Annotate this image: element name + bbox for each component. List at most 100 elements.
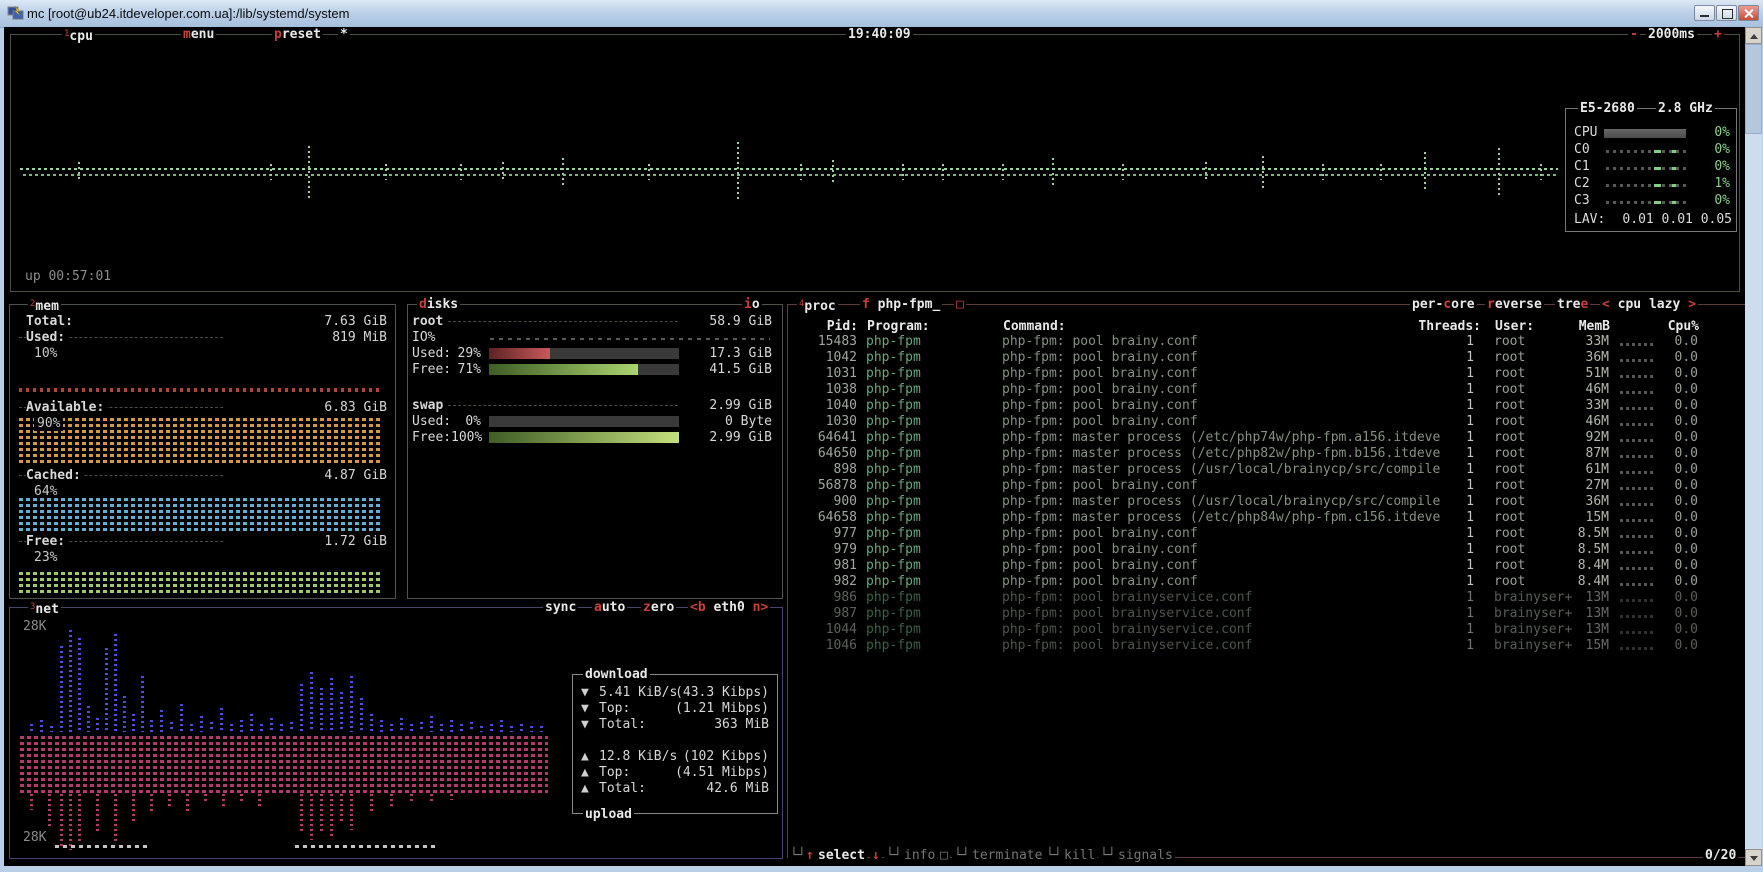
scrollbar[interactable] [1745,27,1762,866]
process-user: root [1494,526,1525,541]
process-pid: 1030 [796,414,857,429]
process-program: php-fpm [866,542,921,557]
process-cpu: 0.0 [1648,622,1698,637]
process-row[interactable]: 981php-fpmphp-fpm: pool brainy.conf1root… [0,558,1763,574]
process-cpu: 0.0 [1648,446,1698,461]
process-row[interactable]: 900php-fpmphp-fpm: master process (/usr/… [0,494,1763,510]
process-command: php-fpm: master process (/etc/php82w/php… [1002,446,1440,461]
process-command: php-fpm: pool brainy.conf [1002,526,1198,541]
process-command: php-fpm: pool brainy.conf [1002,382,1198,397]
process-user: root [1494,430,1525,445]
process-threads: 1 [1420,590,1474,605]
process-row[interactable]: 64641php-fpmphp-fpm: master process (/et… [0,430,1763,446]
process-program: php-fpm [866,334,921,349]
scrollbar-down-icon[interactable] [1745,849,1762,866]
process-threads: 1 [1420,574,1474,589]
process-program: php-fpm [866,430,921,445]
process-command: php-fpm: pool brainyservice.conf [1002,622,1252,637]
mem-available-percent: 90% [34,416,63,431]
process-row[interactable]: 987php-fpmphp-fpm: pool brainyservice.co… [0,606,1763,622]
process-command: php-fpm: pool brainyservice.conf [1002,606,1252,621]
process-user: root [1494,382,1525,397]
process-mem: 36M [1548,350,1609,365]
process-pid: 15483 [796,334,857,349]
process-mem: 92M [1548,430,1609,445]
select-up-arrow[interactable]: ↑ [804,848,816,863]
process-program: php-fpm [866,574,921,589]
process-cpu: 0.0 [1648,590,1698,605]
process-program: php-fpm [866,622,921,637]
signals-button[interactable]: signals [1116,848,1175,863]
select-down-arrow[interactable]: ↓ [870,848,882,863]
process-program: php-fpm [866,462,921,477]
terminate-button[interactable]: terminate [970,848,1044,863]
process-program: php-fpm [866,510,921,525]
process-cpu: 0.0 [1648,526,1698,541]
process-threads: 1 [1420,398,1474,413]
process-mem: 61M [1548,462,1609,477]
process-pid: 56878 [796,478,857,493]
process-row[interactable]: 1044php-fpmphp-fpm: pool brainyservice.c… [0,622,1763,638]
scrollbar-up-icon[interactable] [1745,27,1762,44]
process-row[interactable]: 982php-fpmphp-fpm: pool brainy.conf1root… [0,574,1763,590]
process-threads: 1 [1420,510,1474,525]
process-pid: 979 [796,542,857,557]
process-pid: 981 [796,558,857,573]
footer-separator: └┘ [1044,848,1064,863]
process-threads: 1 [1420,334,1474,349]
process-row[interactable]: 1042php-fpmphp-fpm: pool brainy.conf1roo… [0,350,1763,366]
process-row[interactable]: 979php-fpmphp-fpm: pool brainy.conf1root… [0,542,1763,558]
process-table-rows: 15483 php-fpm php-fpm: pool brainy.conf 1 ro… [0,0,1763,872]
process-row[interactable]: 1031php-fpmphp-fpm: pool brainy.conf1roo… [0,366,1763,382]
process-command: php-fpm: pool brainy.conf [1002,398,1198,413]
process-program: php-fpm [866,446,921,461]
process-cpu: 0.0 [1648,558,1698,573]
process-threads: 1 [1420,638,1474,653]
process-threads: 1 [1420,542,1474,557]
process-program: php-fpm [866,638,921,653]
process-command: php-fpm: master process (/etc/php74w/php… [1002,430,1440,445]
process-user: root [1494,542,1525,557]
process-row[interactable]: 977php-fpmphp-fpm: pool brainy.conf1root… [0,526,1763,542]
footer-separator: └┘ [884,848,904,863]
process-row[interactable]: 56878php-fpmphp-fpm: pool brainy.conf1ro… [0,478,1763,494]
process-program: php-fpm [866,398,921,413]
footer-separator: └┘ [952,848,972,863]
process-row[interactable]: 1040 php-fpm php-fpm: pool brainy.conf 1 roo… [0,398,1763,414]
process-row[interactable]: 898php-fpmphp-fpm: master process (/usr/… [0,462,1763,478]
process-mem: 27M [1548,478,1609,493]
process-user: root [1494,350,1525,365]
process-row[interactable]: 1046php-fpmphp-fpm: pool brainyservice.c… [0,638,1763,654]
process-mem: 33M [1548,398,1609,413]
scrollbar-thumb[interactable] [1745,44,1762,134]
select-button[interactable]: select [816,848,867,863]
process-mem: 8.5M [1548,542,1609,557]
process-mem: 15M [1548,638,1609,653]
process-cpu: 0.0 [1648,382,1698,397]
process-mem: 8.4M [1548,574,1609,589]
process-pid: 1031 [796,366,857,381]
process-command: php-fpm: pool brainy.conf [1002,334,1198,349]
process-pid: 987 [796,606,857,621]
process-cpu: 0.0 [1648,366,1698,381]
process-row[interactable]: 1030php-fpmphp-fpm: pool brainy.conf1roo… [0,414,1763,430]
process-row[interactable]: 64650php-fpmphp-fpm: master process (/et… [0,446,1763,462]
process-row[interactable]: 1038php-fpmphp-fpm: pool brainy.conf1roo… [0,382,1763,398]
process-threads: 1 [1420,382,1474,397]
kill-button[interactable]: kill [1062,848,1097,863]
process-user: root [1494,398,1525,413]
process-user: root [1494,478,1525,493]
process-cpu: 0.0 [1648,542,1698,557]
process-threads: 1 [1420,430,1474,445]
process-pid: 64658 [796,510,857,525]
process-cpu: 0.0 [1648,606,1698,621]
process-pid: 898 [796,462,857,477]
process-cpu: 0.0 [1648,494,1698,509]
process-row[interactable]: 986php-fpmphp-fpm: pool brainyservice.co… [0,590,1763,606]
info-button[interactable]: info [902,848,937,863]
process-mem: 15M [1548,510,1609,525]
process-pid: 1040 [796,398,857,413]
process-row[interactable]: 64658php-fpmphp-fpm: master process (/et… [0,510,1763,526]
process-row[interactable]: 15483php-fpmphp-fpm: pool brainy.conf1ro… [0,334,1763,350]
process-user: root [1494,574,1525,589]
